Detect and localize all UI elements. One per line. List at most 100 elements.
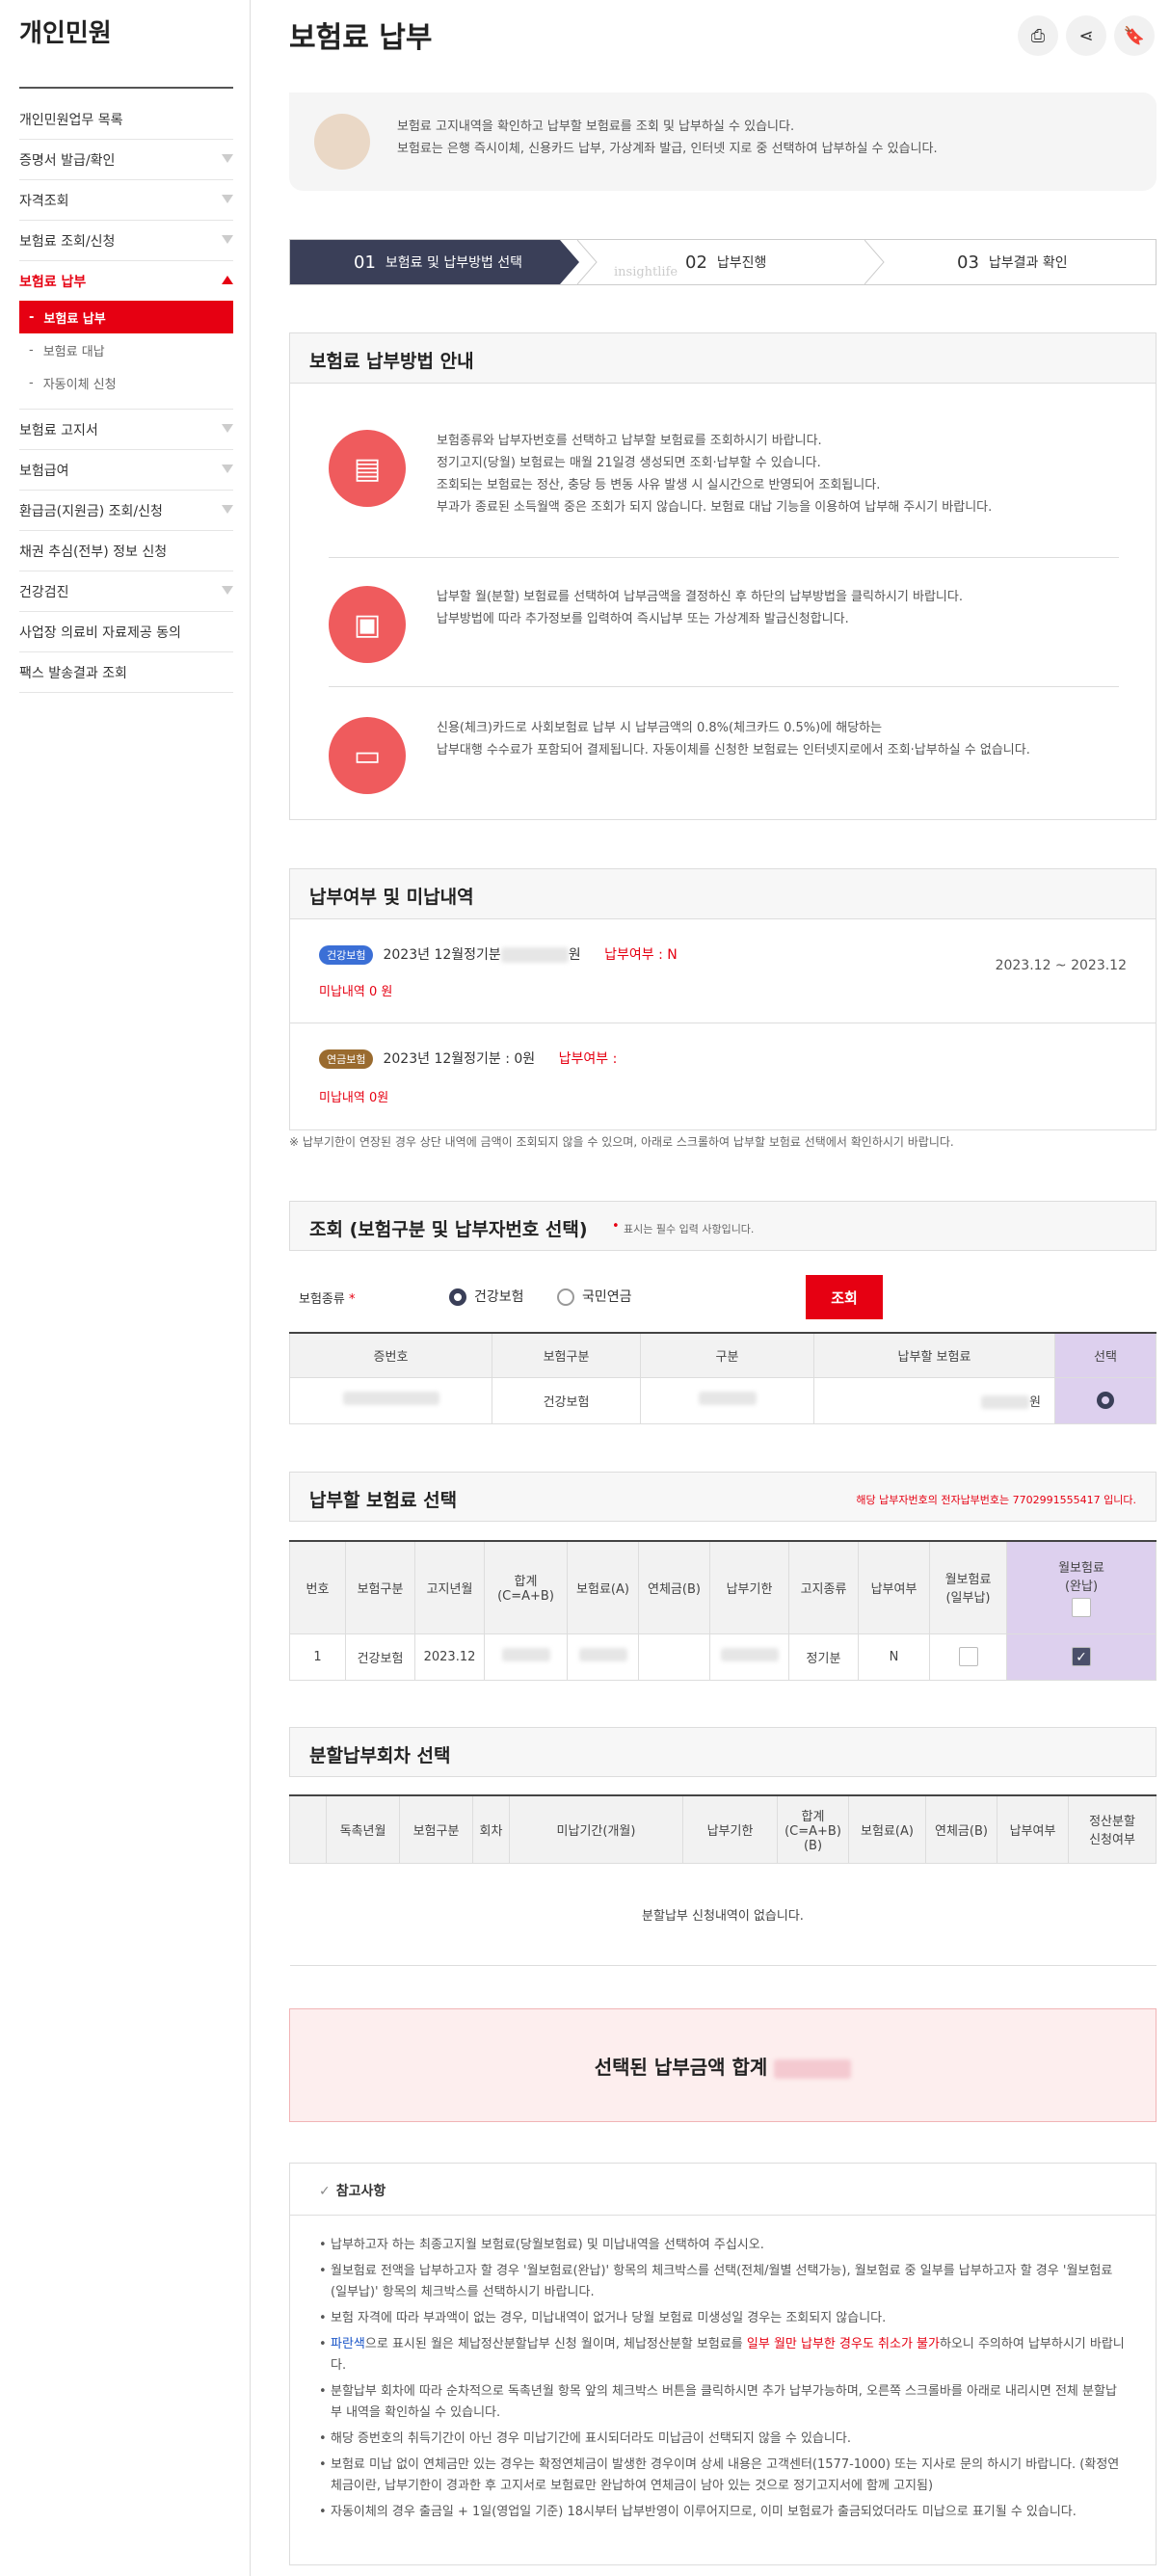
sidebar-item-checkup[interactable]: 건강검진 bbox=[19, 571, 233, 612]
col-header: 보험구분 bbox=[345, 1540, 415, 1634]
sidebar-subitem-label: 보험료 대납 bbox=[42, 344, 105, 359]
page-title: 보험료 납부 bbox=[289, 21, 433, 55]
divider bbox=[329, 686, 1119, 687]
method-item-select: ▣ 납부할 월(분할) 보험료를 선택하여 납부금액을 결정하신 후 하단의 납… bbox=[329, 586, 1119, 663]
radio-icon[interactable] bbox=[1097, 1392, 1114, 1409]
sidebar: 개인민원 개인민원업무 목록 증명서 발급/확인 자격조회 보험료 조회/신청 … bbox=[0, 0, 251, 2576]
select-header: 납부할 보험료 선택 해당 납부자번호의 전자납부번호는 77029915554… bbox=[289, 1472, 1157, 1522]
cert-number bbox=[289, 1376, 492, 1424]
step-indicator: 01 보험료 및 납부방법 선택 02 납부진행 03 납부결과 확인 insight… bbox=[289, 239, 1157, 285]
sidebar-item-benefits[interactable]: 보험급여 bbox=[19, 450, 233, 491]
full-checkbox[interactable]: ✓ bbox=[1072, 1647, 1091, 1666]
col-header: 선택 bbox=[1054, 1332, 1157, 1378]
watermark: insightlife bbox=[614, 265, 678, 279]
masked-total bbox=[774, 2058, 852, 2079]
section-title: 납부여부 및 미납내역 bbox=[290, 869, 1156, 919]
sidebar-item-debt[interactable]: 채권 추심(전부) 정보 신청 bbox=[19, 531, 233, 571]
reference-text: 으로 표시된 월은 체납정산분할납부 신청 월이며, 체납정산분할 보험료를 bbox=[364, 2337, 747, 2351]
check-circle-icon: ✓ bbox=[319, 2184, 331, 2199]
pension-period-text: 2023년 12월정기분 : 0원 bbox=[383, 1051, 536, 1067]
chevron-down-icon bbox=[222, 586, 233, 595]
sidebar-item-premium-query[interactable]: 보험료 조회/신청 bbox=[19, 221, 233, 261]
chevron-down-icon bbox=[222, 235, 233, 244]
monitor-icon: ▣ bbox=[329, 586, 406, 663]
reference-item-blue: 파란색으로 표시된 월은 체납정산분할납부 신청 월이며, 체납정산분할 보험료… bbox=[319, 2334, 1127, 2377]
radio-icon bbox=[557, 1288, 574, 1306]
pension-badge: 연금보험 bbox=[319, 1049, 374, 1069]
sidebar-subitem-autodebit[interactable]: 자동이체 신청 bbox=[19, 366, 233, 399]
col-header: 연체금(B) bbox=[925, 1794, 997, 1864]
masked-value bbox=[981, 1395, 1030, 1409]
table-row[interactable]: 1 건강보험 2023.12 정기분 N ✓ bbox=[289, 1633, 1157, 1681]
payment-status-section: 납부여부 및 미납내역 건강보험 2023년 12월정기분 원 납부여부 : N 미… bbox=[289, 868, 1157, 1130]
sidebar-item-certificate[interactable]: 증명서 발급/확인 bbox=[19, 140, 233, 180]
status-note: ※ 납부기한이 연장된 경우 상단 내역에 금액이 조회되지 않을 수 있으며,… bbox=[289, 1135, 954, 1149]
amount-unit: 원 bbox=[568, 947, 581, 963]
select-all-checkbox[interactable] bbox=[1072, 1598, 1091, 1618]
reference-list: 납부하고자 하는 최종고지월 보험료(당월보험료) 및 미납내역을 선택하여 주… bbox=[290, 2216, 1156, 2523]
partial-checkbox[interactable] bbox=[958, 1647, 978, 1666]
masked-value bbox=[501, 1648, 550, 1661]
sidebar-item-refund[interactable]: 환급금(지원금) 조회/신청 bbox=[19, 491, 233, 531]
health-paid-status: 납부여부 : N bbox=[604, 947, 678, 963]
radio-health[interactable]: 건강보험 bbox=[449, 1287, 524, 1306]
table-row[interactable]: 건강보험 원 bbox=[289, 1376, 1157, 1424]
required-mark: • bbox=[612, 1219, 620, 1234]
share-button[interactable]: ⋖ bbox=[1066, 15, 1106, 56]
notice-line: 보험료 고지내역을 확인하고 납부할 보험료를 조회 및 납부하실 수 있습니다… bbox=[397, 120, 795, 134]
sidebar-item-notice[interactable]: 보험료 고지서 bbox=[19, 410, 233, 450]
sidebar-item-eligibility[interactable]: 자격조회 bbox=[19, 180, 233, 221]
query-button[interactable]: 조회 bbox=[806, 1275, 883, 1319]
method-text: 납부할 월(분할) 보험료를 선택하여 납부금액을 결정하신 후 하단의 납부방… bbox=[437, 590, 963, 604]
reference-box: ✓ 참고사항 납부하고자 하는 최종고지월 보험료(당월보험료) 및 미납내역을 … bbox=[289, 2163, 1157, 2565]
document-icon: ▤ bbox=[329, 430, 406, 507]
sidebar-subitem-payment[interactable]: 보험료 납부 bbox=[19, 301, 233, 333]
full-cell[interactable]: ✓ bbox=[1006, 1633, 1157, 1681]
chevron-down-icon bbox=[222, 465, 233, 473]
col-header: 연체금(B) bbox=[638, 1540, 710, 1634]
sidebar-item-label: 보험료 조회/신청 bbox=[19, 233, 116, 250]
installment-table: 독촉년월 보험구분 회차 미납기간(개월) 납부기한 합계(C=A+B)(B) … bbox=[289, 1794, 1157, 1966]
sidebar-item-medical-consent[interactable]: 사업장 의료비 자료제공 동의 bbox=[19, 612, 233, 652]
step-arrow bbox=[577, 240, 598, 284]
installment-header: 분할납부회차 선택 bbox=[289, 1727, 1157, 1777]
sidebar-item-list[interactable]: 개인민원업무 목록 bbox=[19, 99, 233, 140]
step-number: 01 bbox=[354, 252, 376, 273]
reference-item: 보험 자격에 따라 부과액이 없는 경우, 미납내역이 없거나 당월 보험료 미… bbox=[319, 2308, 1127, 2329]
sidebar-title: 개인민원 bbox=[19, 19, 112, 48]
blue-text: 파란색 bbox=[331, 2337, 365, 2351]
partial-cell[interactable] bbox=[929, 1633, 1007, 1681]
sidebar-item-label: 사업장 의료비 자료제공 동의 bbox=[19, 624, 181, 641]
step-3: 03 납부결과 확인 bbox=[957, 240, 1068, 284]
col-header: 납부여부 bbox=[858, 1540, 930, 1634]
reference-item: 해당 증번호의 취득기간이 아닌 경우 미납기간에 표시되더라도 미납금이 선택… bbox=[319, 2429, 1127, 2450]
col-header: 회차 bbox=[472, 1794, 510, 1864]
sidebar-item-fax[interactable]: 팩스 발송결과 조회 bbox=[19, 652, 233, 693]
radio-pension[interactable]: 국민연금 bbox=[557, 1287, 632, 1306]
row-number: 1 bbox=[289, 1633, 346, 1681]
reference-item: 보험료 미납 없이 연체금만 있는 경우는 확정연체금이 발생한 경우이며 상세… bbox=[319, 2455, 1127, 2497]
sidebar-subitem-proxy[interactable]: 보험료 대납 bbox=[19, 333, 233, 366]
billing-month: 2023.12 bbox=[414, 1633, 485, 1681]
sidebar-item-label: 증명서 발급/확인 bbox=[19, 152, 116, 169]
print-button[interactable]: ⎙ bbox=[1018, 15, 1058, 56]
payment-method-guide: 보험료 납부방법 안내 ▤ 보험종류와 납부자번호를 선택하고 납부할 보험료를… bbox=[289, 332, 1157, 820]
chevron-down-icon bbox=[222, 195, 233, 203]
col-header: 번호 bbox=[289, 1540, 346, 1634]
paid-flag: N bbox=[858, 1633, 930, 1681]
radio-label: 국민연금 bbox=[582, 1289, 632, 1305]
reference-title: 참고사항 bbox=[335, 2184, 386, 2199]
method-text: 납부방법에 따라 추가정보를 입력하여 즉시납부 또는 가상계좌 발급신청합니다… bbox=[437, 612, 849, 626]
method-text: 조회되는 보험료는 정산, 충당 등 변동 사유 발생 시 실시간으로 반영되어… bbox=[437, 478, 881, 492]
premium-amount bbox=[567, 1633, 639, 1681]
method-item-query: ▤ 보험종류와 납부자번호를 선택하고 납부할 보험료를 조회하시기 바랍니다.… bbox=[329, 430, 1119, 518]
col-header: 합계(C=A+B)(B) bbox=[777, 1794, 849, 1864]
select-cell[interactable] bbox=[1054, 1376, 1157, 1424]
notice-line: 보험료는 은행 즉시이체, 신용카드 납부, 가상계좌 발급, 인터넷 지로 중… bbox=[397, 142, 938, 156]
masked-amount bbox=[500, 947, 569, 963]
section-title: 납부할 보험료 선택 bbox=[309, 1490, 458, 1511]
bookmark-button[interactable]: 🔖 bbox=[1114, 15, 1155, 56]
empty-message: 분할납부 신청내역이 없습니다. bbox=[289, 1862, 1157, 1966]
due-date bbox=[709, 1633, 789, 1681]
sidebar-item-premium-payment[interactable]: 보험료 납부 bbox=[19, 261, 233, 302]
